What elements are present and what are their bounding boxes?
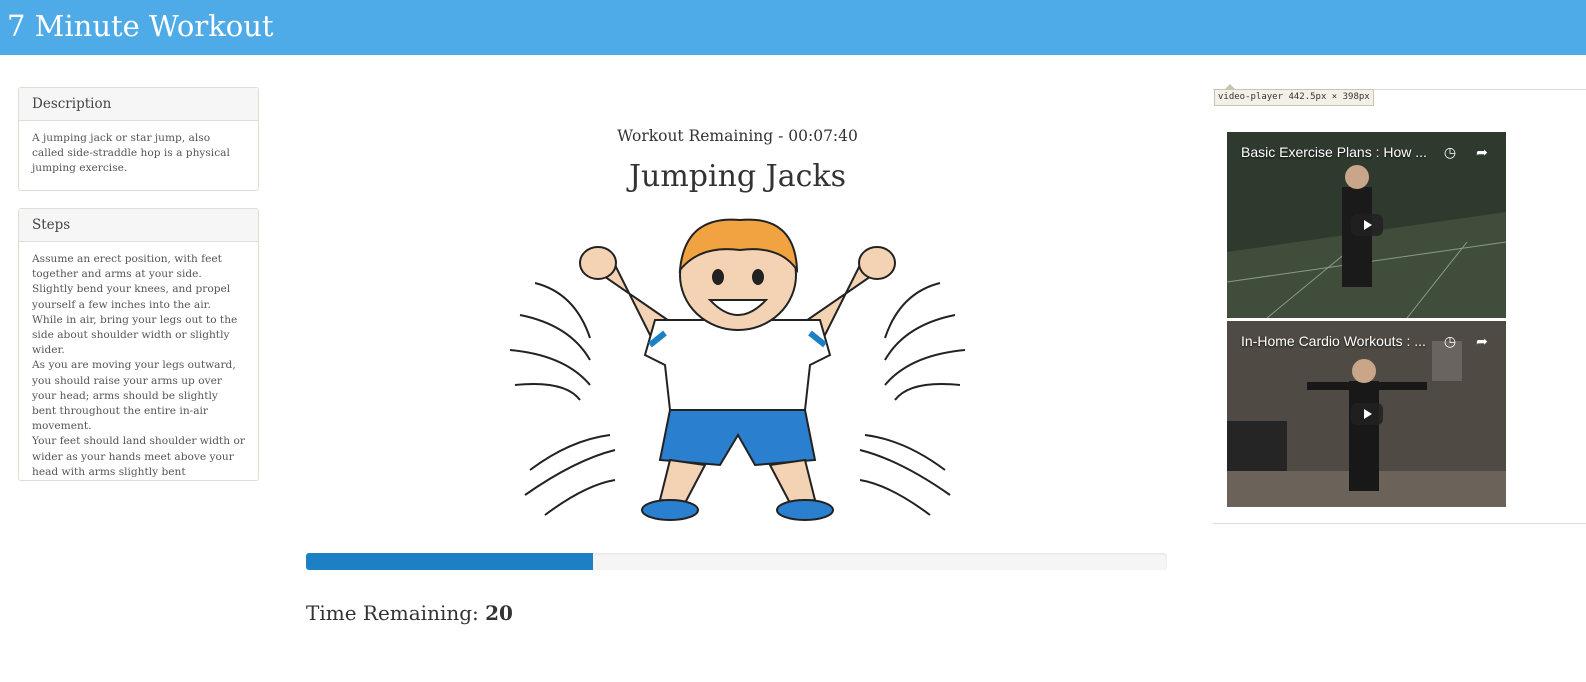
- step-item: While in air, bring your legs out to the…: [32, 313, 238, 357]
- time-remaining-label: Time Remaining:: [306, 601, 479, 625]
- description-panel: Description A jumping jack or star jump,…: [18, 87, 259, 191]
- devtools-dimension-tooltip: video-player 442.5px × 398px: [1214, 89, 1374, 106]
- time-remaining: Time Remaining: 20: [306, 601, 513, 625]
- watch-later-icon[interactable]: ◷: [1441, 144, 1459, 162]
- app-title[interactable]: 7 Minute Workout: [7, 6, 274, 46]
- video-player[interactable]: In-Home Cardio Workouts : ... ◷ ➦: [1227, 321, 1506, 507]
- steps-heading: Steps: [19, 209, 258, 242]
- step-item: Your feet should land shoulder width or …: [32, 435, 245, 478]
- exercise-progress-bar: [306, 553, 1167, 570]
- video-player[interactable]: Basic Exercise Plans : How ... ◷ ➦: [1227, 132, 1506, 318]
- step-item: Assume an erect position, with feet toge…: [32, 253, 222, 281]
- play-button[interactable]: [1351, 403, 1383, 425]
- description-heading: Description: [19, 88, 258, 121]
- step-item: As you are moving your legs outward, you…: [32, 359, 236, 433]
- video-title[interactable]: In-Home Cardio Workouts : ...: [1241, 333, 1426, 349]
- steps-body: Assume an erect position, with feet toge…: [19, 242, 258, 490]
- steps-panel: Steps Assume an erect position, with fee…: [18, 208, 259, 481]
- watch-later-icon[interactable]: ◷: [1441, 333, 1459, 351]
- jumping-jacks-illustration-icon: [509, 218, 966, 521]
- workout-remaining: Workout Remaining - 00:07:40: [617, 127, 858, 145]
- share-icon[interactable]: ➦: [1473, 144, 1491, 162]
- description-text: A jumping jack or star jump, also called…: [32, 132, 230, 175]
- progress-fill: [306, 553, 593, 570]
- time-remaining-value: 20: [485, 601, 513, 625]
- play-button[interactable]: [1351, 214, 1383, 236]
- share-icon[interactable]: ➦: [1473, 333, 1491, 351]
- step-item: Slightly bend your knees, and propel you…: [32, 283, 231, 311]
- exercise-title: Jumping Jacks: [629, 159, 846, 194]
- navbar: 7 Minute Workout: [0, 0, 1586, 55]
- video-title[interactable]: Basic Exercise Plans : How ...: [1241, 144, 1427, 160]
